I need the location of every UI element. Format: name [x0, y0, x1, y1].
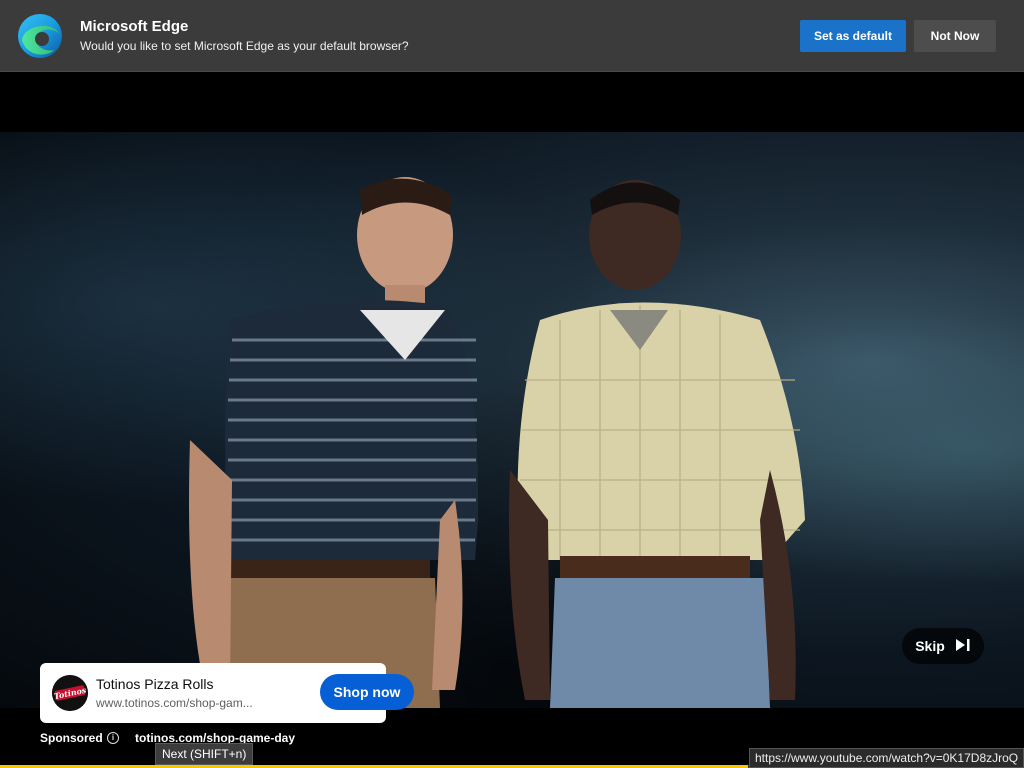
status-bar-url: https://www.youtube.com/watch?v=0K17D8zJ…	[749, 748, 1024, 768]
set-as-default-button[interactable]: Set as default	[800, 20, 906, 52]
edge-logo-icon	[16, 12, 64, 60]
sponsored-label: Sponsored	[40, 731, 103, 745]
not-now-button[interactable]: Not Now	[914, 20, 996, 52]
shop-now-button[interactable]: Shop now	[320, 674, 414, 710]
skip-ad-button[interactable]: Skip	[902, 628, 984, 664]
video-frame-figures	[189, 177, 805, 708]
skip-label: Skip	[915, 638, 945, 654]
skip-next-icon	[955, 638, 971, 655]
video-player[interactable]	[0, 132, 1024, 708]
ad-title[interactable]: Totinos Pizza Rolls	[96, 676, 214, 692]
right-figure	[509, 180, 805, 708]
edge-message: Would you like to set Microsoft Edge as …	[80, 39, 409, 53]
edge-default-browser-bar: Microsoft Edge Would you like to set Mic…	[0, 0, 1024, 72]
info-icon[interactable]: i	[107, 732, 119, 744]
totinos-logo-icon: Totinos	[52, 675, 88, 711]
next-tooltip: Next (SHIFT+n)	[155, 743, 254, 765]
ad-url[interactable]: www.totinos.com/shop-gam...	[96, 696, 262, 710]
edge-bar-text: Microsoft Edge Would you like to set Mic…	[80, 18, 409, 54]
ad-card[interactable]: Totinos Totinos Pizza Rolls www.totinos.…	[40, 663, 414, 723]
edge-app-name: Microsoft Edge	[80, 18, 189, 35]
left-figure	[189, 177, 479, 708]
